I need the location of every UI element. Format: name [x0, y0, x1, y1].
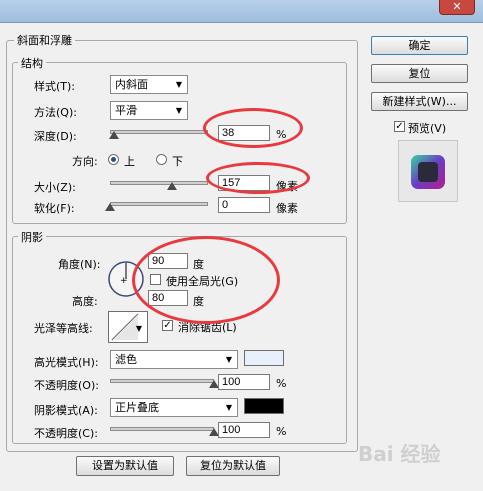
direction-down-radio[interactable]	[156, 154, 167, 165]
ok-button[interactable]: 确定	[371, 36, 468, 55]
direction-down-label: 下	[172, 155, 183, 168]
size-slider-thumb[interactable]	[166, 182, 177, 190]
chevron-down-icon: ▼	[135, 324, 143, 333]
shadow-opacity-field[interactable]	[218, 422, 270, 438]
shadow-mode-label: 阴影模式(A):	[34, 404, 98, 417]
highlight-opacity-slider[interactable]	[110, 379, 214, 383]
gloss-contour-picker[interactable]: ▼	[108, 311, 148, 343]
size-label: 大小(Z):	[34, 181, 76, 194]
highlight-color-swatch[interactable]	[244, 350, 284, 366]
depth-slider[interactable]	[110, 130, 208, 134]
style-dropdown[interactable]: 内斜面 ▼	[110, 75, 188, 94]
watermark: Bai 经验	[358, 442, 441, 466]
new-style-button[interactable]: 新建样式(W)...	[371, 92, 468, 111]
svg-text:+: +	[120, 276, 128, 286]
direction-up-radio[interactable]	[108, 154, 119, 165]
depth-slider-thumb[interactable]	[108, 131, 119, 139]
soften-slider-thumb[interactable]	[105, 203, 115, 211]
preview-label: 预览(V)	[408, 122, 447, 135]
direction-up-label: 上	[124, 155, 135, 168]
shadow-mode-dropdown[interactable]: 正片叠底 ▼	[110, 398, 238, 417]
shadow-mode-value: 正片叠底	[115, 401, 159, 414]
soften-slider[interactable]	[110, 202, 208, 206]
angle-label: 角度(N):	[58, 258, 101, 271]
size-slider[interactable]	[110, 181, 208, 185]
shadow-opacity-label: 不透明度(C):	[34, 427, 98, 440]
shadow-color-swatch[interactable]	[244, 398, 284, 414]
reset-button[interactable]: 复位	[371, 64, 468, 83]
dialog-title-bar	[0, 0, 483, 23]
bevel-emboss-title: 斜面和浮雕	[14, 32, 75, 48]
chevron-down-icon: ▼	[175, 106, 183, 115]
preview-checkbox[interactable]: ✓	[394, 121, 405, 132]
method-value: 平滑	[115, 104, 137, 117]
bevel-preview-icon	[411, 155, 445, 189]
reset-default-button[interactable]: 复位为默认值	[186, 456, 280, 476]
chevron-down-icon: ▼	[225, 355, 233, 364]
annotation-ellipse-shading	[132, 236, 280, 324]
soften-label: 软化(F):	[34, 202, 75, 215]
structure-title: 结构	[18, 55, 46, 71]
style-value: 内斜面	[115, 78, 148, 91]
chevron-down-icon: ▼	[175, 80, 183, 89]
style-label: 样式(T):	[34, 80, 76, 93]
highlight-opacity-unit: %	[276, 377, 287, 390]
method-label: 方法(Q):	[34, 106, 77, 119]
close-button[interactable]: ✕	[439, 0, 475, 15]
shadow-opacity-slider[interactable]	[110, 427, 214, 431]
soften-field[interactable]	[218, 197, 270, 213]
highlight-opacity-field[interactable]	[218, 374, 270, 390]
preview-thumbnail	[398, 140, 458, 202]
shadow-opacity-unit: %	[276, 425, 287, 438]
make-default-button[interactable]: 设置为默认值	[76, 456, 174, 476]
highlight-mode-dropdown[interactable]: 滤色 ▼	[110, 350, 238, 369]
method-dropdown[interactable]: 平滑 ▼	[110, 101, 188, 120]
antialias-checkbox[interactable]: ✓	[162, 320, 173, 331]
highlight-opacity-label: 不透明度(O):	[34, 379, 99, 392]
depth-label: 深度(D):	[34, 130, 77, 143]
annotation-ellipse-depth	[203, 108, 303, 148]
direction-label: 方向:	[72, 155, 98, 168]
highlight-mode-value: 滤色	[115, 353, 137, 366]
highlight-mode-label: 高光模式(H):	[34, 356, 99, 369]
gloss-contour-label: 光泽等高线:	[34, 322, 93, 335]
chevron-down-icon: ▼	[225, 403, 233, 412]
shading-title: 阴影	[18, 229, 46, 245]
soften-unit: 像素	[276, 202, 298, 215]
altitude-label: 高度:	[72, 295, 98, 308]
annotation-ellipse-size	[206, 162, 310, 194]
